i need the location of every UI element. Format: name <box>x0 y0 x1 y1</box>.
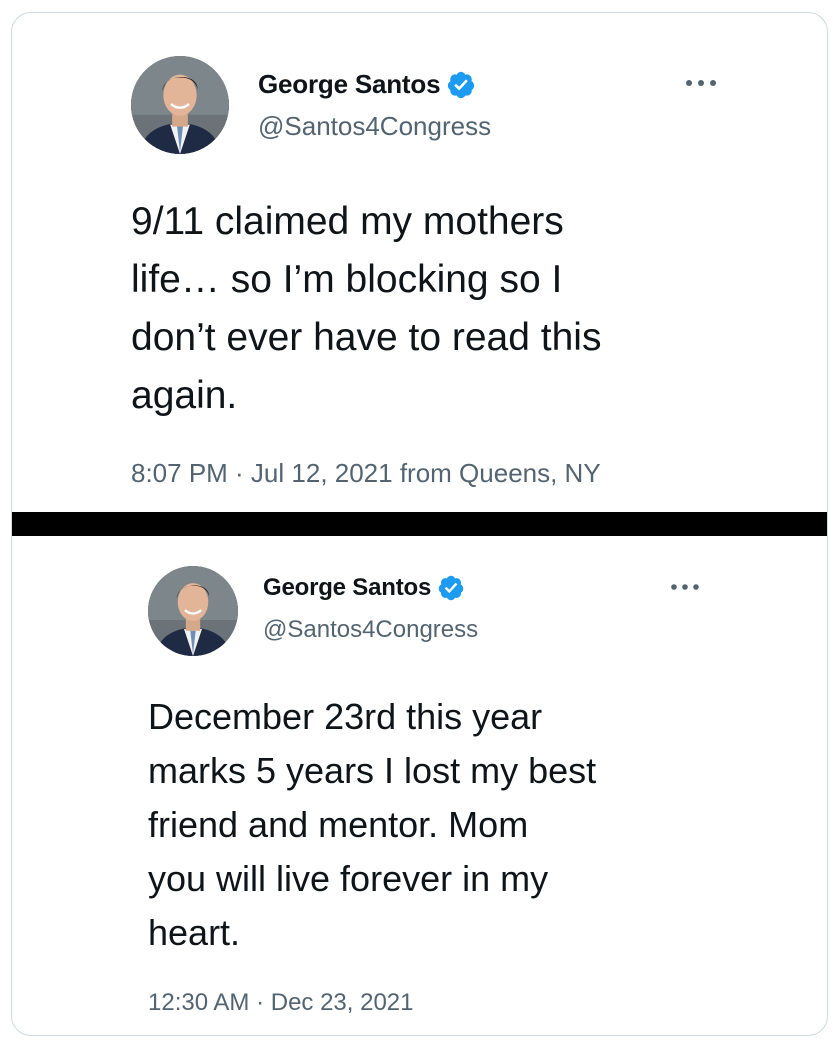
avatar[interactable] <box>148 566 238 656</box>
tweet-text: 9/11 claimed my mothers life… so I’m blo… <box>131 200 602 417</box>
author-display-name[interactable]: George Santos <box>263 574 431 602</box>
tweet-timestamp[interactable]: 8:07 PM · Jul 12, 2021 from Queens, NY <box>131 458 601 489</box>
author-handle[interactable]: @Santos4Congress <box>263 616 478 644</box>
black-divider-bar <box>12 512 827 536</box>
verified-badge-icon <box>437 574 465 602</box>
more-options-icon <box>686 80 716 86</box>
author-handle[interactable]: @Santos4Congress <box>258 111 491 142</box>
author-name-row: George Santos <box>258 69 476 100</box>
more-options-button[interactable] <box>677 69 725 97</box>
avatar-photo <box>148 566 238 656</box>
avatar[interactable] <box>131 56 229 154</box>
tweet-timestamp[interactable]: 12:30 AM · Dec 23, 2021 <box>148 989 414 1017</box>
avatar-photo <box>131 56 229 154</box>
tweet-card[interactable]: George Santos @Santos4Congress 9/11 clai… <box>12 13 827 512</box>
author-name-row: George Santos <box>263 574 465 602</box>
tweet-text: December 23rd this year marks 5 years I … <box>148 696 597 953</box>
screenshot-frame: George Santos @Santos4Congress 9/11 clai… <box>11 12 828 1036</box>
tweet-card[interactable]: George Santos @Santos4Congress December … <box>12 536 827 1035</box>
more-options-button[interactable] <box>663 574 707 600</box>
more-options-icon <box>671 584 699 590</box>
verified-badge-icon <box>446 70 476 100</box>
author-display-name[interactable]: George Santos <box>258 69 441 100</box>
